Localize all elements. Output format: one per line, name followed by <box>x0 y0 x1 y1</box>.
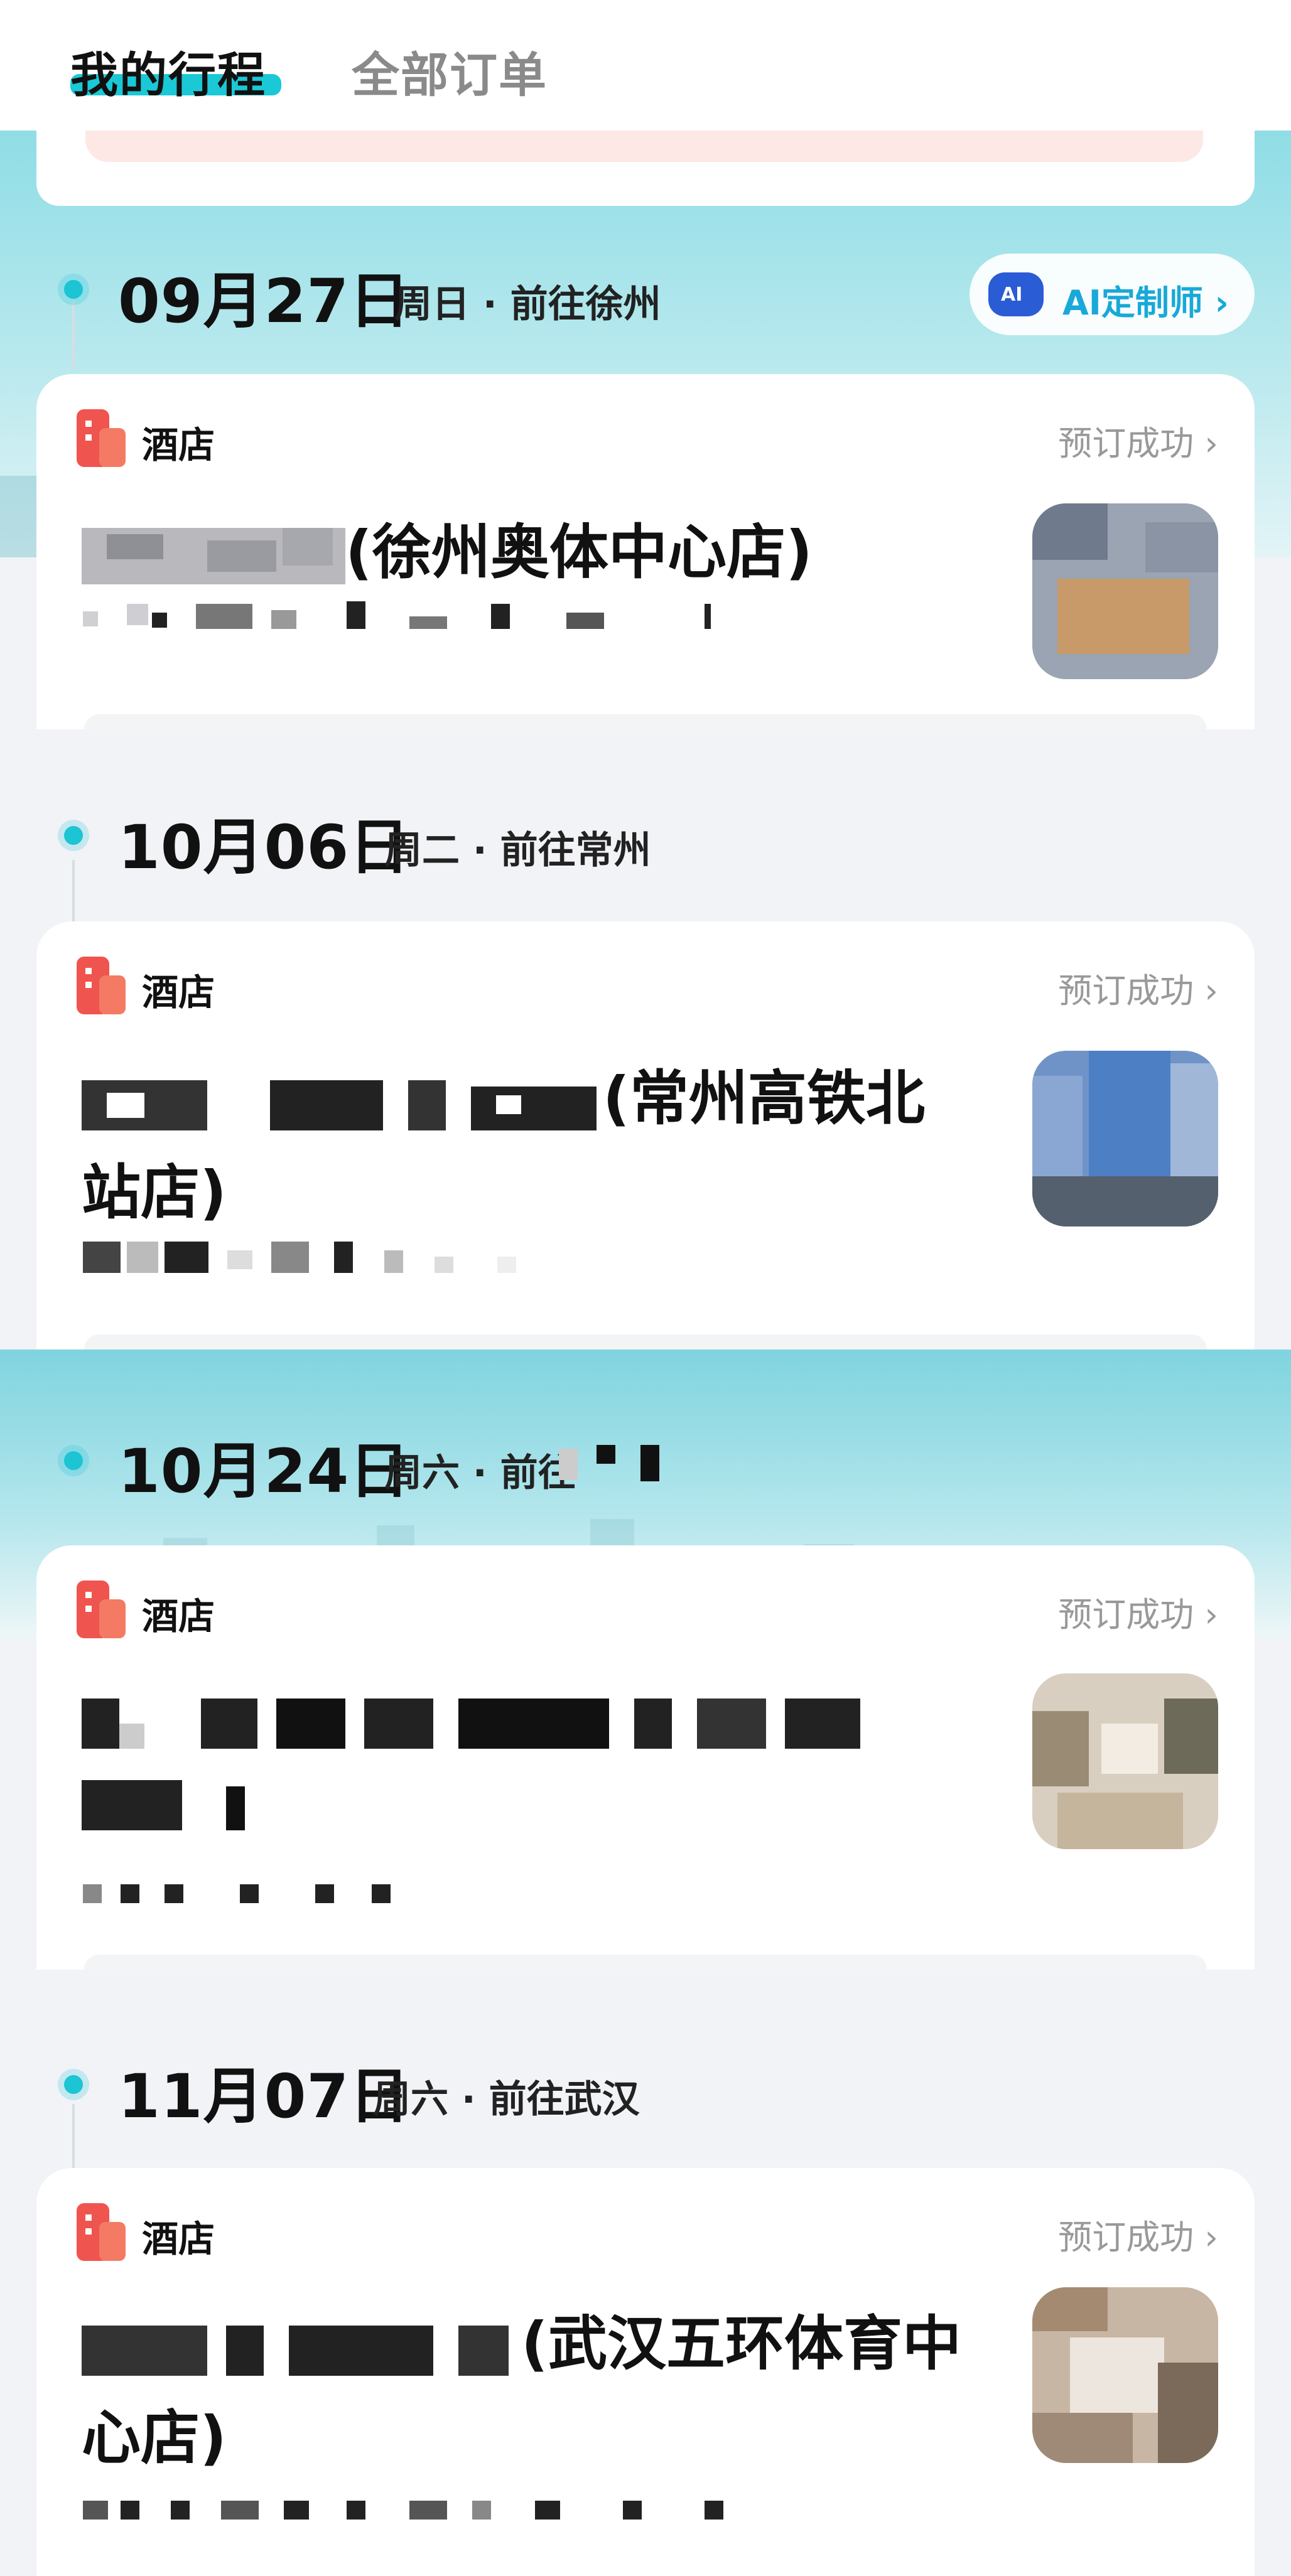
card-footer-strip <box>84 714 1207 729</box>
booking-status-link[interactable]: 预订成功 › <box>1058 2209 1218 2259</box>
booking-status-link[interactable]: 预订成功 › <box>1058 963 1218 1012</box>
card-footer-strip <box>84 1334 1207 1350</box>
hotel-name-text: (武汉五环体育中 <box>521 2310 961 2378</box>
ai-planner-button[interactable]: AI AI定制师 › <box>970 254 1255 335</box>
hotel-thumbnail <box>1032 1051 1218 1226</box>
trip-date: 10月24日 <box>118 1436 411 1506</box>
hotel-thumbnail <box>1032 2287 1218 2463</box>
trip-destination: 周六 · 前往 <box>384 1451 576 1495</box>
timeline-dot <box>64 2075 83 2094</box>
redacted-mosaic <box>82 1080 597 1131</box>
timeline-line <box>72 860 75 925</box>
booking-type: 酒店 <box>142 2218 215 2260</box>
hotel-card[interactable]: 酒店 预订成功 › <box>36 1545 1255 1970</box>
timeline-line <box>72 301 75 370</box>
previous-trip-card[interactable] <box>36 131 1255 206</box>
booking-type: 酒店 <box>142 971 215 1014</box>
card-footer-strip <box>84 1955 1207 1970</box>
trip-date: 11月07日 <box>118 2061 411 2132</box>
booking-type: 酒店 <box>142 424 215 466</box>
hotel-card[interactable]: 酒店 预订成功 › (常州高铁北 站店) <box>36 921 1255 1350</box>
trip-destination: 周二 · 前往常州 <box>384 829 651 872</box>
hotel-icon <box>77 1580 126 1638</box>
redacted-mosaic <box>82 528 345 585</box>
card-footer-strip <box>85 131 1203 162</box>
timeline-dot <box>64 1451 83 1470</box>
hotel-card[interactable]: 酒店 预订成功 › (徐州奥体中心店) <box>36 374 1255 729</box>
hotel-name-text: (常州高铁北 <box>603 1065 925 1133</box>
trip-destination: 周日 · 前往徐州 <box>394 282 661 326</box>
hotel-icon <box>77 2203 126 2261</box>
hotel-name-text-line2: 站店) <box>82 1159 227 1227</box>
hotel-icon <box>77 957 126 1014</box>
hotel-name: (常州高铁北 站店) <box>82 1052 998 1240</box>
hotel-name: (徐州奥体中心店) <box>82 506 998 600</box>
hotel-name-text: (徐州奥体中心店) <box>345 518 813 587</box>
timeline-line <box>72 2104 75 2169</box>
booking-status-link[interactable]: 预订成功 › <box>1058 1587 1218 1636</box>
trip-date: 10月06日 <box>118 812 411 883</box>
top-nav: 我的行程 全部订单 <box>0 0 1291 131</box>
tab-all-orders[interactable]: 全部订单 <box>352 36 548 105</box>
robot-icon: AI <box>988 272 1044 316</box>
redacted-address <box>83 1884 391 1903</box>
timeline-dot <box>64 280 83 299</box>
tab-my-trips[interactable]: 我的行程 <box>70 36 266 105</box>
hotel-card[interactable]: 酒店 预订成功 › (武汉五环体育中 心店) <box>36 2168 1255 2576</box>
hotel-name-text-line2: 心店) <box>82 2404 227 2472</box>
trip-destination: 周六 · 前往武汉 <box>373 2078 640 2122</box>
hotel-thumbnail <box>1032 503 1218 679</box>
booking-type: 酒店 <box>142 1595 215 1638</box>
timeline-dot <box>64 826 83 845</box>
hotel-thumbnail <box>1032 1673 1218 1849</box>
redacted-address <box>83 601 711 629</box>
trip-date: 09月27日 <box>118 266 411 336</box>
redacted-mosaic <box>82 2326 509 2376</box>
redacted-address <box>83 1242 516 1273</box>
booking-status-link[interactable]: 预订成功 › <box>1058 416 1218 465</box>
hotel-icon <box>77 409 126 467</box>
ai-planner-label: AI定制师 › <box>1062 283 1229 323</box>
redacted-hotel-name <box>82 1699 860 1830</box>
redacted-destination <box>559 1445 659 1481</box>
hotel-name: (武汉五环体育中 心店) <box>82 2297 998 2486</box>
redacted-address <box>83 2501 723 2520</box>
